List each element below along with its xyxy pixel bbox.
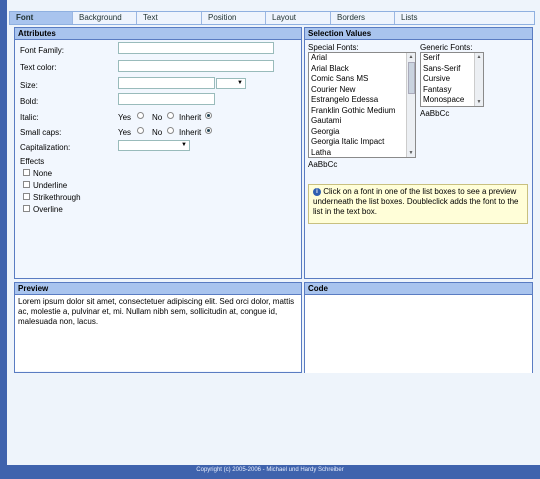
tab-layout[interactable]: Layout (266, 12, 331, 24)
preview-panel: Preview Lorem ipsum dolor sit amet, cons… (14, 282, 302, 373)
tab-borders[interactable]: Borders (331, 12, 395, 24)
tab-font[interactable]: Font (10, 12, 73, 24)
italic-no-radio[interactable] (167, 112, 174, 119)
small-caps-label: Small caps: (20, 128, 62, 137)
generic-fonts-list[interactable]: Serif Sans-Serif Cursive Fantasy Monospa… (420, 52, 484, 107)
list-item[interactable]: Courier New (309, 85, 415, 96)
scroll-down-icon[interactable]: ▼ (475, 98, 483, 106)
list-item[interactable]: Comic Sans MS (309, 74, 415, 85)
scroll-up-icon[interactable]: ▲ (475, 53, 483, 61)
italic-yes-radio[interactable] (137, 112, 144, 119)
list-item[interactable]: Estrangelo Edessa (309, 95, 415, 106)
code-title: Code (305, 283, 532, 295)
effect-overline-checkbox[interactable] (23, 205, 30, 212)
list-item[interactable]: Franklin Gothic Medium (309, 106, 415, 117)
tab-position[interactable]: Position (202, 12, 266, 24)
selection-title: Selection Values (305, 28, 532, 40)
tab-lists[interactable]: Lists (395, 12, 534, 24)
chevron-down-icon: ▼ (181, 142, 187, 148)
footer-copyright: Copyright (c) 2005-2006 - Michael und Ha… (0, 465, 540, 479)
special-fonts-list[interactable]: Arial Arial Black Comic Sans MS Courier … (308, 52, 416, 158)
chevron-down-icon: ▼ (237, 80, 243, 86)
font-family-label: Font Family: (20, 46, 65, 55)
list-item[interactable]: Gautami (309, 116, 415, 127)
capitalization-select[interactable]: ▼ (118, 140, 190, 151)
scroll-down-icon[interactable]: ▼ (407, 149, 415, 157)
effect-underline-checkbox[interactable] (23, 181, 30, 188)
list-item[interactable]: Arial (309, 53, 415, 64)
tab-background[interactable]: Background (73, 12, 137, 24)
attributes-title: Attributes (15, 28, 301, 40)
special-font-sample: AaBbCc (308, 160, 338, 169)
special-fonts-label: Special Fonts: (308, 43, 359, 52)
list-item[interactable]: Georgia Italic Impact (309, 137, 415, 148)
size-input[interactable] (118, 77, 215, 89)
bold-label: Bold: (20, 97, 39, 106)
generic-fonts-label: Generic Fonts: (420, 43, 473, 52)
italic-inherit-radio[interactable] (205, 112, 212, 119)
effect-strikethrough-checkbox[interactable] (23, 193, 30, 200)
list-item[interactable]: Latha (309, 148, 415, 158)
small-caps-yes-label: Yes (118, 128, 132, 137)
scroll-thumb[interactable] (408, 62, 415, 94)
small-caps-no-radio[interactable] (167, 127, 174, 134)
info-icon: i (313, 187, 321, 196)
small-caps-yes-radio[interactable] (137, 127, 144, 134)
code-panel: Code (304, 282, 533, 373)
size-unit-select[interactable]: ▼ (216, 78, 246, 89)
list-item[interactable]: Georgia (309, 127, 415, 138)
italic-label: Italic: (20, 113, 39, 122)
list-item[interactable]: Arial Black (309, 64, 415, 75)
italic-no-label: No (152, 113, 163, 122)
effect-none-checkbox[interactable] (23, 169, 30, 176)
small-caps-inherit-label: Inherit (179, 128, 202, 137)
text-color-label: Text color: (20, 63, 57, 72)
code-textarea[interactable] (305, 295, 532, 373)
effect-none-label: None (33, 169, 53, 178)
info-box: i Click on a font in one of the list box… (308, 184, 528, 224)
size-label: Size: (20, 81, 38, 90)
small-caps-inherit-radio[interactable] (205, 127, 212, 134)
tab-bar: Font Background Text Position Layout Bor… (9, 11, 535, 25)
capitalization-label: Capitalization: (20, 143, 71, 152)
generic-fonts-scrollbar[interactable]: ▲ ▼ (474, 53, 483, 106)
tab-text[interactable]: Text (137, 12, 202, 24)
special-fonts-scrollbar[interactable]: ▲ ▼ (406, 53, 415, 157)
effect-underline-label: Underline (33, 181, 68, 190)
italic-inherit-label: Inherit (179, 113, 202, 122)
info-text: Click on a font in one of the list boxes… (313, 187, 519, 216)
font-family-input[interactable] (118, 42, 274, 54)
italic-yes-label: Yes (118, 113, 132, 122)
effects-label: Effects (20, 157, 45, 166)
preview-title: Preview (15, 283, 301, 295)
small-caps-no-label: No (152, 128, 163, 137)
preview-text: Lorem ipsum dolor sit amet, consectetuer… (15, 295, 301, 371)
scroll-up-icon[interactable]: ▲ (407, 53, 415, 61)
effect-overline-label: Overline (33, 205, 63, 214)
bold-input[interactable] (118, 93, 215, 105)
generic-font-sample: AaBbCc (420, 109, 450, 118)
effect-strikethrough-label: Strikethrough (33, 193, 81, 202)
text-color-input[interactable] (118, 60, 274, 72)
